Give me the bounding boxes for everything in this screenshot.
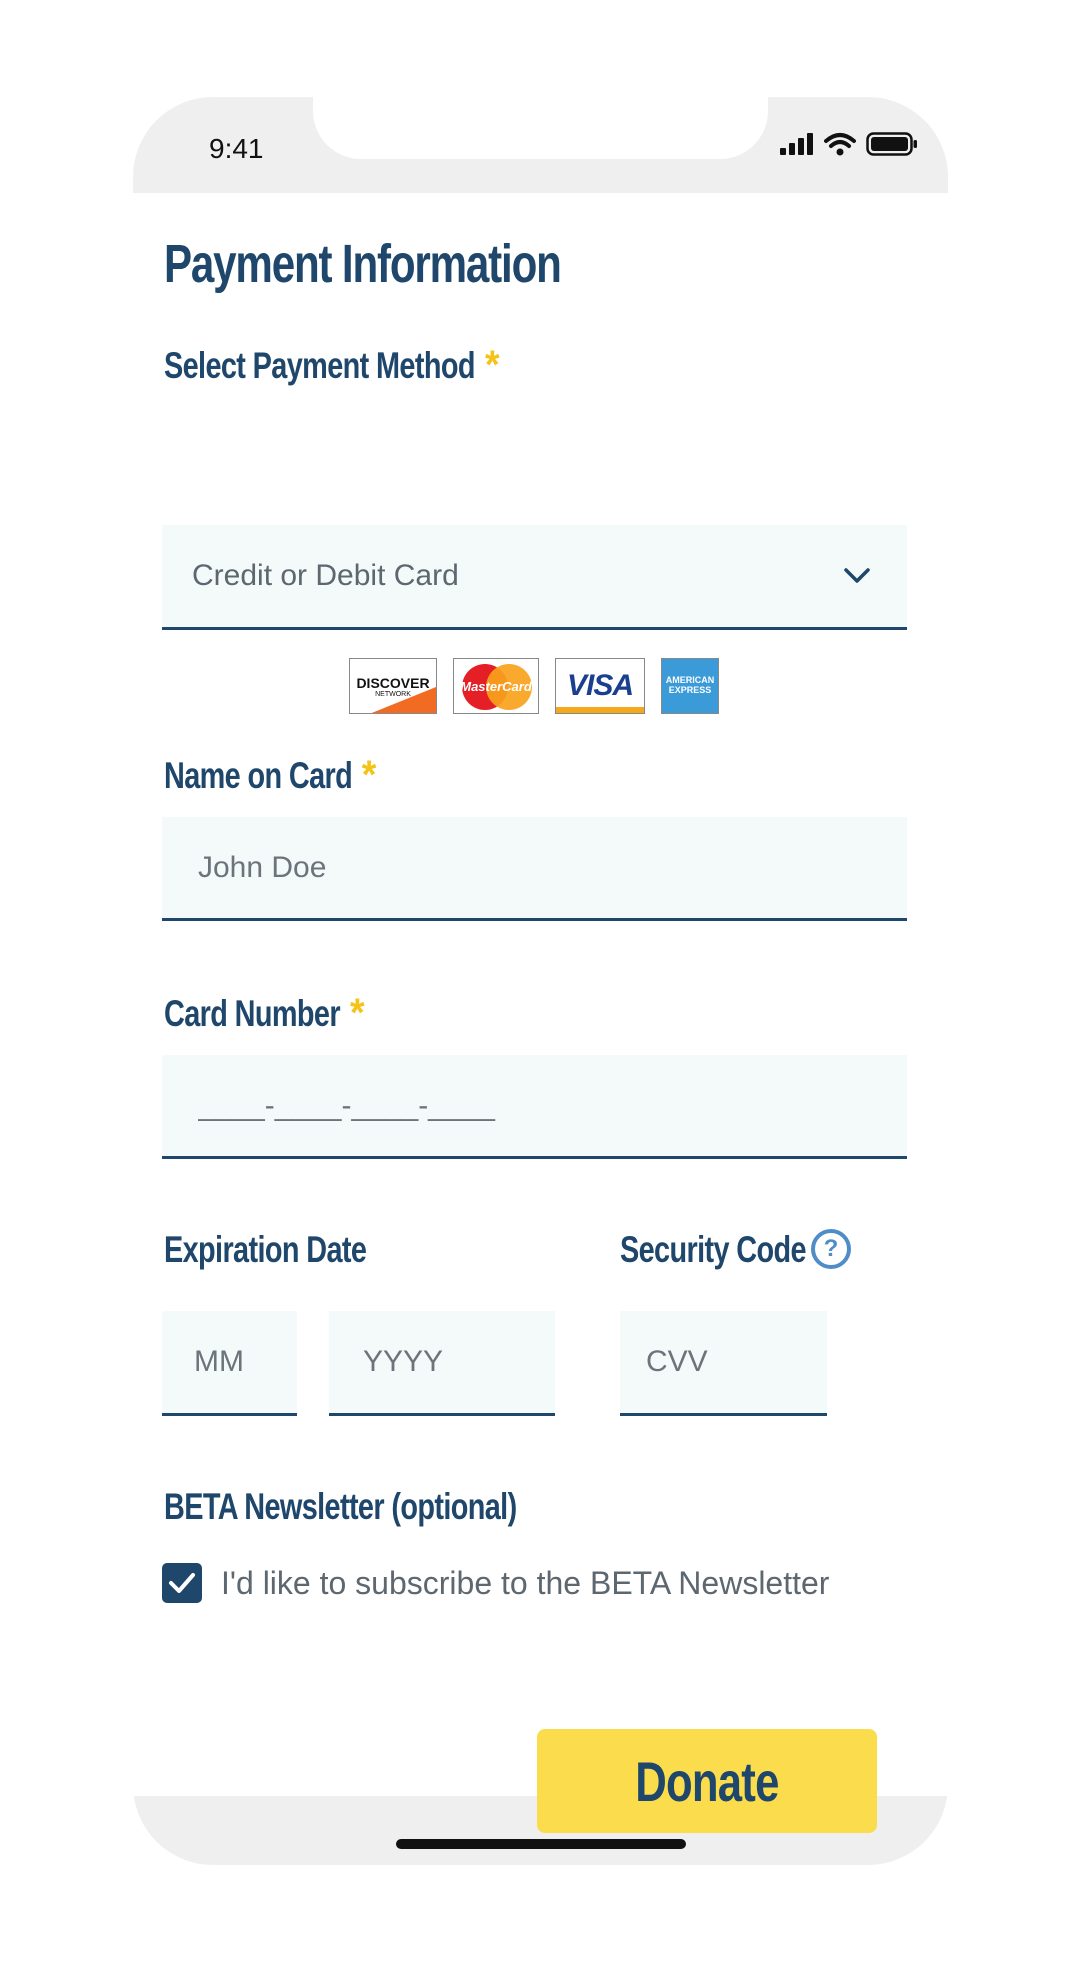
newsletter-label: BETA Newsletter (optional) xyxy=(164,1486,517,1527)
phone-notch xyxy=(313,97,768,159)
name-on-card-field[interactable] xyxy=(162,817,907,921)
checkmark-icon xyxy=(169,1573,195,1593)
payment-method-select[interactable]: Credit or Debit Card xyxy=(162,525,907,630)
required-marker: * xyxy=(349,991,365,1035)
signal-icon xyxy=(780,133,813,155)
status-icons xyxy=(780,132,918,156)
card-number-label: Card Number * xyxy=(164,991,365,1036)
help-question-icon[interactable]: ? xyxy=(811,1229,851,1269)
visa-card-logo: VISA xyxy=(555,658,645,714)
payment-method-selected-value: Credit or Debit Card xyxy=(192,559,459,592)
payment-method-label: Select Payment Method * xyxy=(164,343,500,388)
name-on-card-label-text: Name on Card xyxy=(164,755,353,796)
security-code-label: Security Code xyxy=(620,1229,807,1270)
required-marker: * xyxy=(361,753,377,797)
expiration-month-field[interactable] xyxy=(162,1311,297,1416)
newsletter-checkbox[interactable] xyxy=(162,1563,202,1603)
expiration-year-input[interactable] xyxy=(363,1311,555,1413)
name-on-card-input[interactable] xyxy=(198,817,907,918)
battery-icon xyxy=(866,132,917,156)
donate-button[interactable]: Donate xyxy=(537,1729,877,1833)
required-marker: * xyxy=(484,343,500,387)
card-number-label-text: Card Number xyxy=(164,993,341,1034)
card-number-input[interactable] xyxy=(198,1055,907,1156)
phone-frame: 9:41 Payment Information Select Payment … xyxy=(133,97,948,1865)
security-code-field[interactable] xyxy=(620,1311,827,1416)
mastercard-card-logo: MasterCard xyxy=(453,658,539,714)
security-code-input[interactable] xyxy=(646,1311,827,1413)
newsletter-checkbox-label[interactable]: I'd like to subscribe to the BETA Newsle… xyxy=(221,1565,829,1602)
discover-card-logo: DISCOVER NETWORK xyxy=(349,658,437,714)
page-title: Payment Information xyxy=(164,234,562,294)
amex-card-logo: AMERICAN EXPRESS xyxy=(661,658,719,714)
card-number-field[interactable] xyxy=(162,1055,907,1159)
donate-button-label: Donate xyxy=(635,1749,779,1813)
expiration-month-input[interactable] xyxy=(194,1311,297,1413)
name-on-card-label: Name on Card * xyxy=(164,753,377,798)
chevron-down-icon xyxy=(844,568,870,583)
status-time: 9:41 xyxy=(209,133,264,164)
payment-form-screen: Payment Information Select Payment Metho… xyxy=(133,193,948,1833)
payment-method-label-text: Select Payment Method xyxy=(164,345,475,386)
home-indicator xyxy=(396,1839,686,1849)
expiration-date-label: Expiration Date xyxy=(164,1229,367,1270)
accepted-cards: DISCOVER NETWORK MasterCard VISA AMERICA… xyxy=(349,658,719,714)
wifi-icon xyxy=(824,133,856,156)
expiration-year-field[interactable] xyxy=(329,1311,555,1416)
